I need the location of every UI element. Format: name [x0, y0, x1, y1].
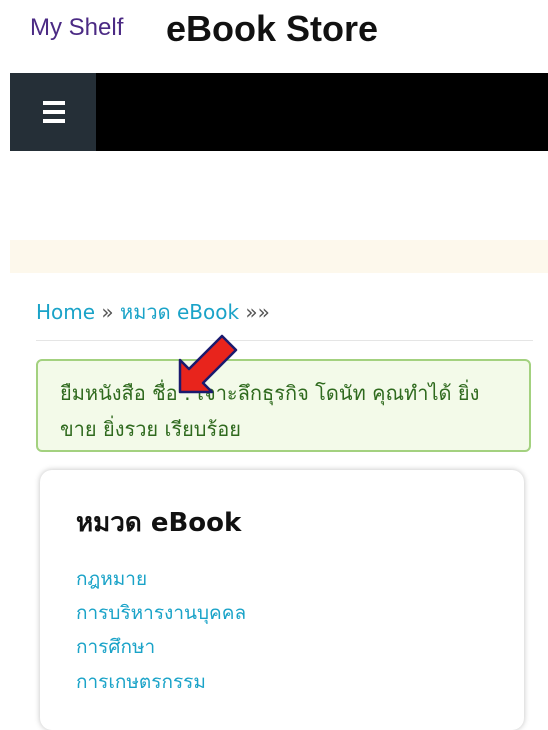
breadcrumb: Home » หมวด eBook »» [36, 296, 270, 328]
store-title: eBook Store [166, 8, 379, 49]
category-card: หมวด eBook กฎหมาย การบริหารงานบุคคล การศ… [40, 470, 524, 730]
category-link[interactable]: การบริหารงานบุคคล [76, 598, 246, 628]
category-link[interactable]: การศึกษา [76, 632, 155, 662]
category-link[interactable]: กฎหมาย [76, 564, 147, 594]
breadcrumb-separator: » [245, 300, 258, 324]
app-header: My Shelf eBook Store [0, 0, 548, 70]
breadcrumb-separator: » [101, 300, 114, 324]
category-card-title: หมวด eBook [76, 508, 242, 538]
red-arrow-icon [178, 334, 238, 394]
menu-toggle-button[interactable] [10, 73, 96, 151]
banner-strip [10, 240, 548, 273]
nav-bar [10, 73, 548, 151]
borrow-success-alert: ยืมหนังสือ ชื่อ : เจาะลึกธุรกิจ โดนัท คุ… [36, 359, 531, 452]
category-link[interactable]: การเกษตรกรรม [76, 667, 206, 697]
my-shelf-link[interactable]: My Shelf [30, 14, 123, 42]
alert-message: ยืมหนังสือ ชื่อ : เจาะลึกธุรกิจ โดนัท คุ… [60, 381, 480, 441]
breadcrumb-home-link[interactable]: Home [36, 300, 95, 324]
breadcrumb-category-link[interactable]: หมวด eBook [120, 300, 239, 324]
breadcrumb-divider [36, 340, 533, 341]
breadcrumb-separator: » [257, 300, 270, 324]
